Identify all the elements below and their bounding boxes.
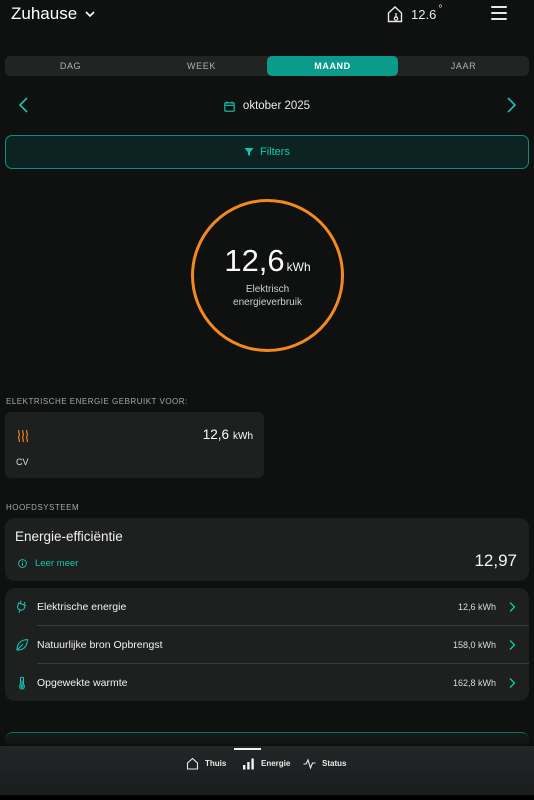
main-system-section-label: HOOFDSYSTEEM — [6, 503, 80, 512]
nav-home-label: Thuis — [205, 759, 227, 768]
month-selector[interactable]: oktober 2025 — [0, 97, 534, 115]
tab-month[interactable]: MAAND — [267, 56, 398, 76]
list-item-electric-energy[interactable]: Elektrische energie 12,6 kWh — [5, 588, 529, 626]
ring-value: 12,6 — [224, 242, 285, 278]
energy-list: Elektrische energie 12,6 kWh Natuurlijke… — [5, 588, 529, 701]
row-label: Opgewekte warmte — [37, 676, 128, 689]
row-label: Natuurlijke bron Opbrengst — [37, 638, 163, 651]
active-tab-indicator — [234, 748, 261, 750]
nav-energy-label: Energie — [261, 759, 291, 768]
bottom-navigation: Thuis Energie Status — [0, 746, 534, 795]
bottom-strip — [0, 795, 534, 800]
nav-status-label: Status — [322, 759, 347, 768]
degree-symbol: ° — [438, 3, 443, 15]
nav-home[interactable]: Thuis — [186, 757, 226, 770]
efficiency-title: Energie-efficiëntie — [15, 529, 123, 544]
cv-unit: kWh — [233, 431, 253, 442]
plug-icon — [16, 600, 27, 613]
nav-energy[interactable]: Energie — [242, 757, 290, 770]
calendar-icon — [224, 101, 235, 112]
filter-icon — [244, 148, 254, 156]
row-label: Elektrische energie — [37, 600, 127, 613]
used-for-section-label: ELEKTRISCHE ENERGIE GEBRUIKT VOOR: — [6, 397, 188, 406]
home-name: Zuhause — [11, 4, 78, 23]
heating-icon — [18, 429, 28, 443]
chevron-right-icon — [509, 677, 516, 688]
list-item-natural-source-yield[interactable]: Natuurlijke bron Opbrengst 158,0 kWh — [5, 626, 529, 664]
ring-label: Elektrisch energieverbruik — [233, 283, 302, 308]
tab-day[interactable]: DAG — [5, 56, 136, 76]
usage-card-cv[interactable]: 12,6 kWh CV — [5, 412, 264, 478]
month-label: oktober 2025 — [242, 100, 311, 112]
row-value: 12,6 kWh — [457, 601, 496, 612]
menu-icon[interactable] — [491, 6, 507, 20]
ring-unit: kWh — [286, 259, 311, 274]
home-icon — [186, 757, 199, 770]
home-selector[interactable]: Zuhause — [11, 3, 97, 25]
nav-status[interactable]: Status — [303, 757, 346, 770]
learn-more-link[interactable]: Leer meer — [18, 558, 78, 569]
leaf-icon — [16, 638, 29, 651]
cv-value: 12,6 — [202, 427, 229, 442]
row-value: 158,0 kWh — [452, 639, 496, 650]
learn-more-label: Leer meer — [35, 558, 79, 569]
cv-label: CV — [16, 457, 29, 467]
consumption-ring: 12,6 kWh Elektrisch energieverbruik — [191, 199, 344, 352]
row-value: 162,8 kWh — [452, 677, 496, 688]
efficiency-value: 12,97 — [474, 551, 517, 570]
thermometer-icon — [19, 676, 25, 690]
temperature-value: 12.6 — [411, 6, 437, 22]
house-thermometer-icon — [387, 6, 403, 23]
list-item-generated-heat[interactable]: Opgewekte warmte 162,8 kWh — [5, 664, 529, 702]
period-tabs: DAG WEEK MAAND JAAR — [5, 56, 529, 76]
cv-value-group: 12,6 kWh — [203, 427, 253, 442]
bar-chart-icon — [243, 758, 254, 770]
chevron-right-icon — [509, 601, 516, 612]
tab-year[interactable]: JAAR — [398, 56, 529, 76]
temperature-indicator[interactable]: 12.6 ° — [387, 3, 442, 25]
filters-button[interactable]: Filters — [5, 135, 529, 169]
pulse-icon — [303, 758, 316, 770]
next-month-icon[interactable] — [503, 96, 519, 114]
tab-week[interactable]: WEEK — [136, 56, 267, 76]
efficiency-card: Energie-efficiëntie Leer meer 12,97 — [5, 518, 529, 581]
filters-label: Filters — [260, 146, 290, 158]
chevron-down-icon — [85, 11, 95, 18]
chevron-right-icon — [509, 639, 516, 650]
info-icon — [18, 559, 27, 568]
